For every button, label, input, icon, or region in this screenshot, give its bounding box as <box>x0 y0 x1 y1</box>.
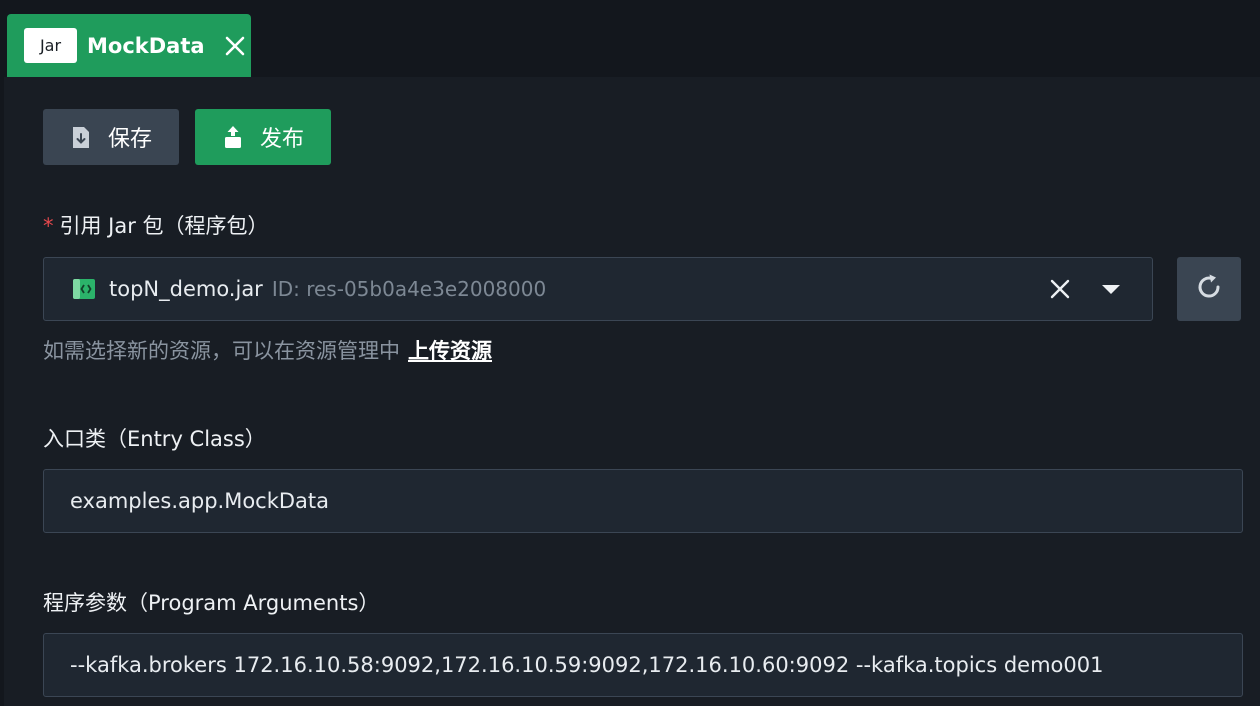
save-button[interactable]: 保存 <box>43 109 179 165</box>
close-icon[interactable] <box>1048 277 1072 301</box>
jar-badge: Jar <box>24 28 77 63</box>
entry-class-label: 入口类（Entry Class） <box>43 427 266 451</box>
left-edge <box>0 77 4 706</box>
upload-resource-link[interactable]: 上传资源 <box>408 339 492 363</box>
publish-label: 发布 <box>260 127 305 152</box>
save-label: 保存 <box>108 127 153 152</box>
upload-hint-text: 如需选择新的资源，可以在资源管理中 <box>43 339 400 363</box>
refresh-icon <box>1194 272 1224 306</box>
program-args-input[interactable]: --kafka.brokers 172.16.10.58:9092,172.16… <box>43 633 1243 697</box>
upload-icon <box>223 125 243 149</box>
required-mark: * <box>43 214 54 238</box>
jar-field-label-text: 引用 Jar 包（程序包） <box>59 214 269 238</box>
close-icon[interactable] <box>221 32 249 60</box>
jar-field-label: * 引用 Jar 包（程序包） <box>43 210 269 240</box>
tab-title: MockData <box>87 33 205 58</box>
caret-down-icon[interactable] <box>1102 285 1120 294</box>
selected-jar-name: topN_demo.jar <box>109 277 263 301</box>
entry-class-input[interactable]: examples.app.MockData <box>43 469 1243 533</box>
refresh-button[interactable] <box>1177 257 1241 321</box>
code-file-icon <box>72 278 96 300</box>
jar-select[interactable]: topN_demo.jar ID: res-05b0a4e3e2008000 <box>43 257 1153 321</box>
upload-hint: 如需选择新的资源，可以在资源管理中 上传资源 <box>43 335 492 365</box>
program-args-label: 程序参数（Program Arguments） <box>43 591 380 615</box>
tab-mockdata[interactable]: Jar MockData <box>7 14 251 77</box>
file-download-icon <box>71 125 91 149</box>
tab-bar: Jar MockData <box>0 0 1260 77</box>
selected-jar-id: ID: res-05b0a4e3e2008000 <box>271 277 547 301</box>
publish-button[interactable]: 发布 <box>195 109 331 165</box>
